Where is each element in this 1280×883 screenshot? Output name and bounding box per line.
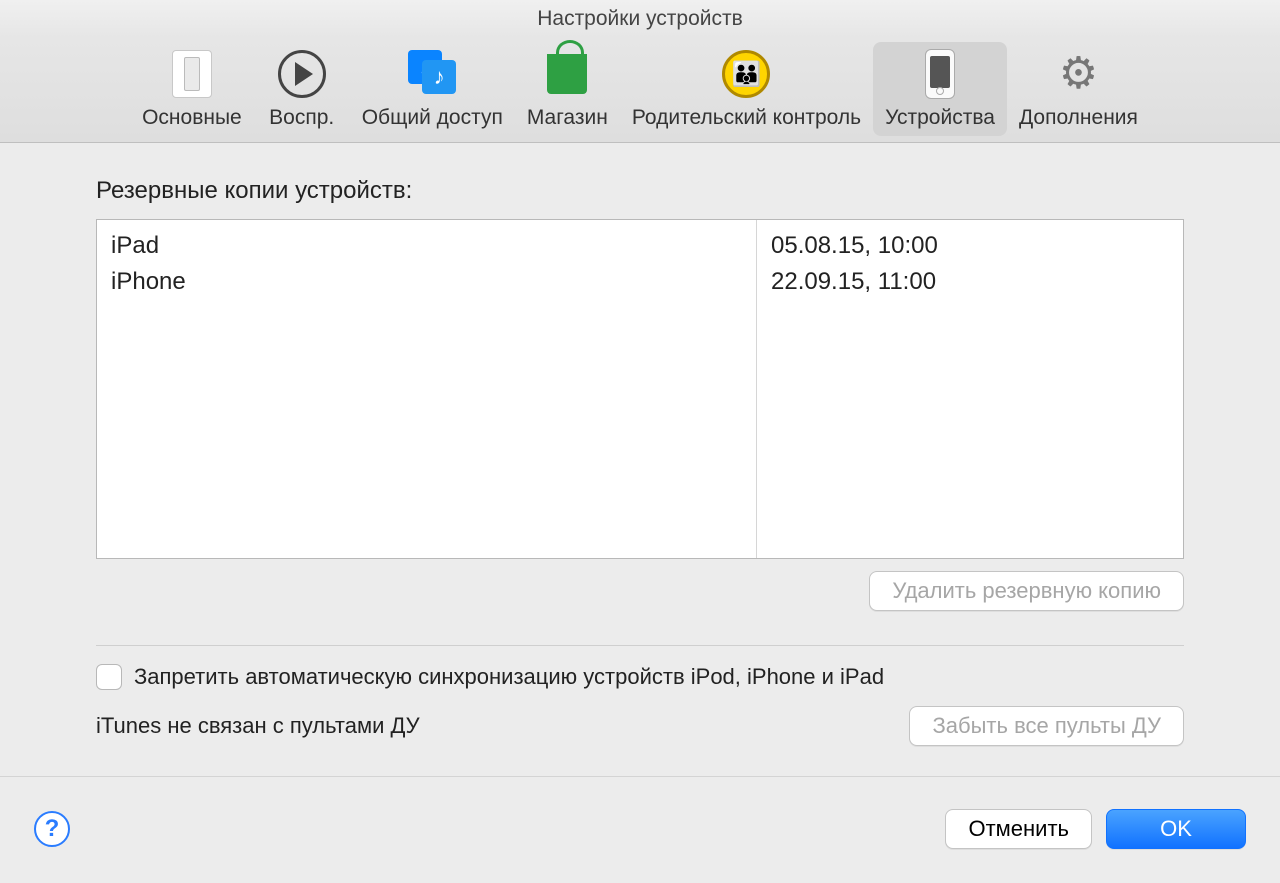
tab-label: Основные bbox=[142, 106, 242, 130]
ok-button[interactable]: OK bbox=[1106, 809, 1246, 849]
gear-icon: ⚙ bbox=[1050, 46, 1106, 102]
device-icon bbox=[912, 46, 968, 102]
play-icon bbox=[274, 46, 330, 102]
parental-icon: 👪 bbox=[718, 46, 774, 102]
prevent-sync-label: Запретить автоматическую синхронизацию у… bbox=[134, 664, 884, 690]
sharing-icon: ♪♪ bbox=[404, 46, 460, 102]
forget-remotes-button[interactable]: Забыть все пульты ДУ bbox=[909, 706, 1184, 746]
bag-icon bbox=[539, 46, 595, 102]
backup-row-name[interactable]: iPad bbox=[107, 228, 746, 264]
backups-date-column: 05.08.15, 10:00 22.09.15, 11:00 bbox=[757, 220, 1183, 558]
divider bbox=[0, 776, 1280, 777]
remote-status-text: iTunes не связан с пультами ДУ bbox=[96, 713, 420, 739]
tab-sharing[interactable]: ♪♪ Общий доступ bbox=[350, 42, 515, 136]
window-title: Настройки устройств bbox=[537, 7, 743, 31]
tab-label: Общий доступ bbox=[362, 106, 503, 130]
backup-row-date[interactable]: 22.09.15, 11:00 bbox=[767, 264, 1173, 300]
tab-playback[interactable]: Воспр. bbox=[254, 42, 350, 136]
tab-label: Родительский контроль bbox=[632, 106, 861, 130]
switch-icon bbox=[164, 46, 220, 102]
help-button[interactable]: ? bbox=[34, 811, 70, 847]
tab-label: Дополнения bbox=[1019, 106, 1138, 130]
tab-label: Магазин bbox=[527, 106, 608, 130]
content-pane: Резервные копии устройств: iPad iPhone 0… bbox=[0, 143, 1280, 777]
tab-label: Устройства bbox=[885, 106, 995, 130]
tab-parental[interactable]: 👪 Родительский контроль bbox=[620, 42, 873, 136]
backups-section-label: Резервные копии устройств: bbox=[96, 177, 1184, 205]
tab-advanced[interactable]: ⚙ Дополнения bbox=[1007, 42, 1150, 136]
tab-general[interactable]: Основные bbox=[130, 42, 254, 136]
cancel-button[interactable]: Отменить bbox=[945, 809, 1092, 849]
backup-row-name[interactable]: iPhone bbox=[107, 264, 746, 300]
prefs-toolbar: Основные Воспр. ♪♪ Общий доступ Магазин … bbox=[0, 38, 1280, 143]
backup-row-date[interactable]: 05.08.15, 10:00 bbox=[767, 228, 1173, 264]
tab-store[interactable]: Магазин bbox=[515, 42, 620, 136]
delete-backup-button[interactable]: Удалить резервную копию bbox=[869, 571, 1184, 611]
backups-name-column: iPad iPhone bbox=[97, 220, 757, 558]
prevent-sync-checkbox[interactable] bbox=[96, 664, 122, 690]
dialog-footer: ? Отменить OK bbox=[0, 787, 1280, 883]
tab-label: Воспр. bbox=[269, 106, 334, 130]
window-titlebar: Настройки устройств bbox=[0, 0, 1280, 38]
divider bbox=[96, 645, 1184, 646]
backups-table[interactable]: iPad iPhone 05.08.15, 10:00 22.09.15, 11… bbox=[96, 219, 1184, 559]
tab-devices[interactable]: Устройства bbox=[873, 42, 1007, 136]
